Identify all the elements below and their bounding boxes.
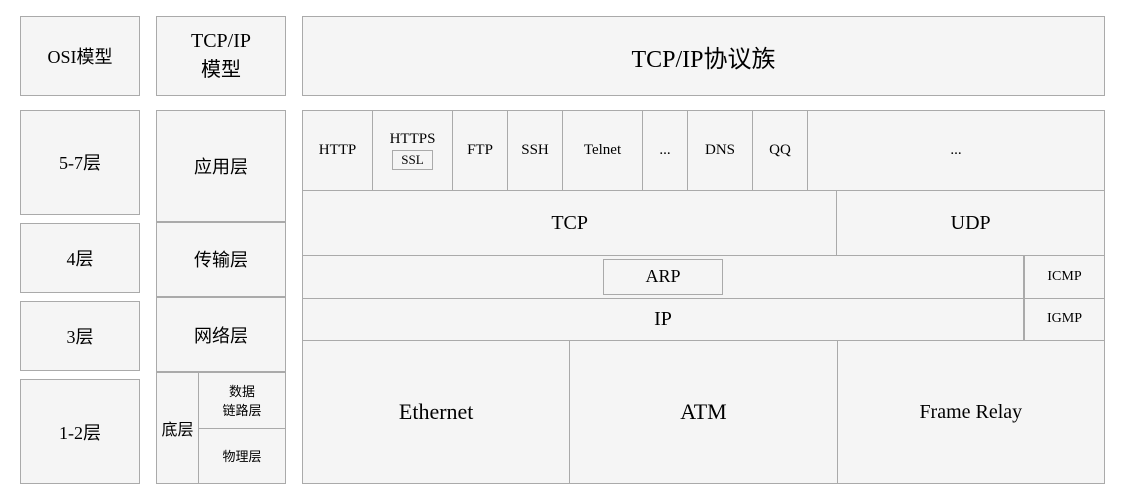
osi-layers: 5-7层 4层 3层 1-2层 [20, 110, 140, 484]
osi-header: OSI模型 [20, 16, 140, 96]
frame-relay-cell: Frame Relay [838, 341, 1104, 483]
diagram: OSI模型 TCP/IP 模型 TCP/IP协议族 5-7层 4层 3层 [0, 0, 1125, 500]
ethernet-cell: Ethernet [303, 341, 570, 483]
osi-layer-5-7: 5-7层 [20, 110, 140, 215]
ftp-cell: FTP [453, 111, 508, 190]
ellipsis2-cell: ... [808, 111, 1104, 190]
tcpip-bottom-layer: 底层 数据 链路层 物理层 [156, 372, 286, 484]
igmp-cell: IGMP [1025, 299, 1104, 341]
osi-layer-1-2: 1-2层 [20, 379, 140, 484]
icmp-igmp-area: ICMP IGMP [1024, 256, 1104, 340]
ssl-box: SSL [392, 150, 432, 170]
ellipsis1-cell: ... [643, 111, 688, 190]
dns-cell: DNS [688, 111, 753, 190]
tcpip-transport-layer: 传输层 [156, 222, 286, 297]
osi-header-label: OSI模型 [47, 43, 112, 69]
ip-cell: IP [303, 299, 1023, 341]
tcpip-app-layer: 应用层 [156, 110, 286, 222]
transport-protocol-row: TCP UDP [303, 191, 1104, 256]
app-protocol-row: HTTP HTTPS SSL FTP SSH T [303, 111, 1104, 191]
qq-cell: QQ [753, 111, 808, 190]
tcpip-network-layer: 网络层 [156, 297, 286, 372]
arp-cell: ARP [603, 259, 723, 295]
http-cell: HTTP [303, 111, 373, 190]
tcpip-model-header: TCP/IP 模型 [156, 16, 286, 96]
tcp-cell: TCP [303, 191, 837, 255]
tcpip-model-header-label: TCP/IP 模型 [191, 30, 251, 82]
udp-cell: UDP [837, 191, 1104, 255]
osi-layer-3: 3层 [20, 301, 140, 371]
network-protocol-row: ARP IP ICMP IGMP [303, 256, 1104, 341]
tcpip-suite-header: TCP/IP协议族 [302, 16, 1105, 96]
https-cell: HTTPS SSL [373, 111, 453, 190]
protocol-suite-area: HTTP HTTPS SSL FTP SSH T [302, 110, 1105, 484]
ssh-cell: SSH [508, 111, 563, 190]
telnet-cell: Telnet [563, 111, 643, 190]
tcpip-suite-header-label: TCP/IP协议族 [631, 39, 775, 74]
osi-layer-4: 4层 [20, 223, 140, 293]
atm-cell: ATM [570, 341, 837, 483]
tcpip-model-layers: 应用层 传输层 网络层 底层 数据 链路层 [156, 110, 286, 484]
icmp-cell: ICMP [1025, 256, 1104, 299]
link-protocol-row: Ethernet ATM Frame Relay [303, 341, 1104, 483]
